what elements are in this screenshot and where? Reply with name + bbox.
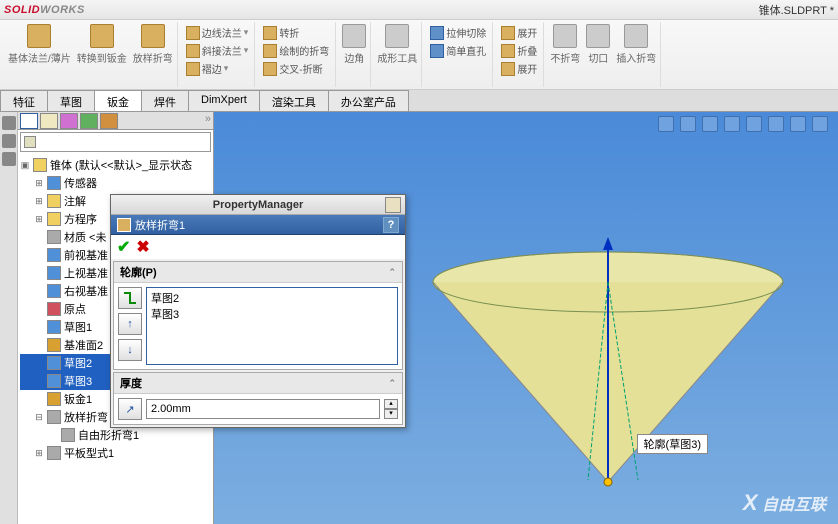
display-style-icon[interactable] (724, 116, 740, 132)
panel-tab-property[interactable] (40, 113, 58, 129)
pushpin-icon[interactable] (385, 197, 401, 213)
ribbon-fold[interactable]: 折叠 (499, 42, 539, 59)
ribbon-miter-flange[interactable]: 斜接法兰▾ (184, 42, 251, 59)
watermark: X 自由互联 (743, 490, 826, 516)
ribbon-jog[interactable]: 转折 (261, 24, 331, 41)
ribbon-corner[interactable]: 边角 (342, 24, 366, 65)
panel-tab-feature[interactable] (20, 113, 38, 129)
appearance-icon[interactable] (812, 116, 828, 132)
cancel-button[interactable]: ✖ (136, 237, 149, 257)
tab-sketch[interactable]: 草图 (47, 90, 95, 111)
panel-tab-dimxpert[interactable] (80, 113, 98, 129)
tab-office[interactable]: 办公室产品 (328, 90, 409, 111)
tree-flat-pattern1[interactable]: ⊞平板型式1 (20, 444, 211, 462)
scene-icon[interactable] (790, 116, 806, 132)
cone-preview (408, 232, 808, 512)
ribbon-no-bends[interactable]: 不折弯 (550, 24, 580, 65)
sidemini-icon[interactable] (2, 134, 16, 148)
ribbon-simple-hole[interactable]: 简单直孔 (428, 42, 488, 59)
ribbon-lofted-bend[interactable]: 放样折弯 (133, 24, 173, 65)
profile-item[interactable]: 草图2 (149, 290, 395, 306)
panel-tabs-more[interactable]: » (205, 113, 211, 128)
help-button[interactable]: ? (383, 217, 399, 233)
profiles-header[interactable]: 轮廓(P)⌃ (114, 262, 402, 283)
spin-down[interactable]: ▾ (384, 409, 398, 419)
move-up-button[interactable]: ↑ (118, 313, 142, 335)
zoom-area-icon[interactable] (680, 116, 696, 132)
funnel-icon (24, 136, 36, 148)
ribbon-hem[interactable]: 褶边▾ (184, 60, 251, 77)
lofted-bend-icon (117, 218, 131, 232)
logo: SOLIDWORKS (4, 4, 85, 16)
thickness-input[interactable] (146, 399, 380, 419)
pm-feature-header: 放样折弯1 ? (111, 215, 405, 235)
side-mini-toolbar (0, 112, 18, 524)
ribbon-flatten[interactable]: 展开 (499, 60, 539, 77)
sidemini-icon[interactable] (2, 152, 16, 166)
ribbon-rip[interactable]: 切口 (586, 24, 610, 65)
document-name: 锥体.SLDPRT * (759, 2, 834, 18)
panel-tab-config[interactable] (60, 113, 78, 129)
filter-input[interactable] (20, 132, 211, 152)
ribbon-forming-tool[interactable]: 成形工具 (377, 24, 417, 65)
tree-sensors[interactable]: ⊞传感器 (20, 174, 211, 192)
zoom-fit-icon[interactable] (658, 116, 674, 132)
profile-direction-button[interactable] (118, 287, 142, 309)
move-down-button[interactable]: ↓ (118, 339, 142, 361)
pm-thickness-section: 厚度⌃ ↗ ▴ ▾ (113, 372, 403, 425)
rotate-icon[interactable] (702, 116, 718, 132)
property-manager-panel: PropertyManager 放样折弯1 ? ✔ ✖ 轮廓(P)⌃ ↑ ↓ 草… (110, 194, 406, 428)
spin-up[interactable]: ▴ (384, 399, 398, 409)
ribbon-insert-bends[interactable]: 插入折弯 (616, 24, 656, 65)
profile-item[interactable]: 草图3 (149, 306, 395, 322)
tab-dimxpert[interactable]: DimXpert (188, 90, 260, 111)
reverse-direction-button[interactable]: ↗ (118, 398, 142, 420)
pm-ok-cancel-row: ✔ ✖ (111, 235, 405, 259)
panel-tab-render[interactable] (100, 113, 118, 129)
command-tabs: 特征 草图 钣金 焊件 DimXpert 渲染工具 办公室产品 (0, 90, 838, 112)
view-settings-icon[interactable] (768, 116, 784, 132)
tree-freeform-bend1[interactable]: 自由形折弯1 (20, 426, 211, 444)
sidemini-icon[interactable] (2, 116, 16, 130)
tab-sheetmetal[interactable]: 钣金 (94, 90, 142, 111)
profiles-list[interactable]: 草图2 草图3 (146, 287, 398, 365)
titlebar: SOLIDWORKS 锥体.SLDPRT * (0, 0, 838, 20)
ribbon-empty (428, 60, 488, 62)
sketch-profile-label: 轮廓(草图3) (637, 434, 708, 454)
ribbon-cross-break[interactable]: 交叉-折断 (261, 60, 331, 77)
ribbon-extruded-cut[interactable]: 拉伸切除 (428, 24, 488, 41)
tab-features[interactable]: 特征 (0, 90, 48, 111)
pm-title[interactable]: PropertyManager (111, 195, 405, 215)
section-icon[interactable] (746, 116, 762, 132)
ok-button[interactable]: ✔ (117, 237, 130, 257)
view-toolbar (658, 116, 828, 132)
ribbon-unfold[interactable]: 展开 (499, 24, 539, 41)
ribbon: 基体法兰/薄片 转换到钣金 放样折弯 边线法兰▾ 斜接法兰▾ 褶边▾ 转折 绘制… (0, 20, 838, 90)
thickness-spinner: ▴ ▾ (384, 399, 398, 419)
ribbon-convert-sheetmetal[interactable]: 转换到钣金 (77, 24, 127, 65)
tab-weldments[interactable]: 焊件 (141, 90, 189, 111)
ribbon-base-flange[interactable]: 基体法兰/薄片 (8, 24, 71, 65)
ribbon-sketched-bend[interactable]: 绘制的折弯 (261, 42, 331, 59)
ribbon-edge-flange[interactable]: 边线法兰▾ (184, 24, 251, 41)
thickness-header[interactable]: 厚度⌃ (114, 373, 402, 394)
pm-profiles-section: 轮廓(P)⌃ ↑ ↓ 草图2 草图3 (113, 261, 403, 370)
panel-tabs: » (18, 112, 213, 130)
tree-root[interactable]: ▣锥体 (默认<<默认>_显示状态 (20, 156, 211, 174)
tab-render[interactable]: 渲染工具 (259, 90, 329, 111)
